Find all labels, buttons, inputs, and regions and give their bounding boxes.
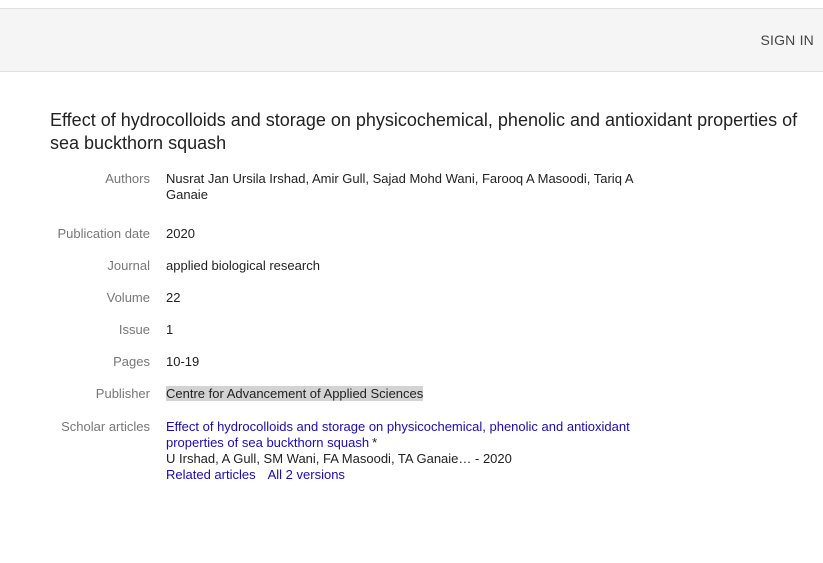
field-label-publisher: Publisher xyxy=(95,386,150,401)
field-value-publication-date: 2020 xyxy=(166,226,195,241)
publisher-highlight: Centre for Advancement of Applied Scienc… xyxy=(166,386,424,401)
field-label-pages: Pages xyxy=(113,354,150,369)
scholar-article-meta: U Irshad, A Gull, SM Wani, FA Masoodi, T… xyxy=(166,451,512,466)
sign-in-button[interactable]: SIGN IN xyxy=(760,32,814,48)
field-value-journal: applied biological research xyxy=(166,258,320,273)
field-label-authors: Authors xyxy=(105,171,150,186)
all-versions-link[interactable]: All 2 versions xyxy=(268,467,345,482)
field-label-volume: Volume xyxy=(106,290,150,305)
field-value-publisher: Centre for Advancement of Applied Scienc… xyxy=(166,386,646,402)
scholar-article-title-link[interactable]: Effect of hydrocolloids and storage on p… xyxy=(166,419,630,450)
field-label-issue: Issue xyxy=(118,322,150,337)
field-publisher: Publisher Centre for Advancement of Appl… xyxy=(0,386,823,419)
article-title: Effect of hydrocolloids and storage on p… xyxy=(50,110,798,153)
field-label-publication-date: Publication date xyxy=(57,226,150,241)
related-articles-link[interactable]: Related articles xyxy=(166,467,256,482)
field-publication-date: Publication date 2020 xyxy=(0,226,823,258)
field-issue: Issue 1 xyxy=(0,322,823,354)
field-authors: Authors Nusrat Jan Ursila Irshad, Amir G… xyxy=(0,171,823,226)
field-label-scholar-articles: Scholar articles xyxy=(61,419,150,434)
field-value-pages: 10-19 xyxy=(166,354,200,369)
field-value-authors: Nusrat Jan Ursila Irshad, Amir Gull, Saj… xyxy=(166,171,633,202)
field-volume: Volume 22 xyxy=(0,290,823,322)
top-strip xyxy=(0,0,823,8)
field-value-scholar-articles: Effect of hydrocolloids and storage on p… xyxy=(166,419,646,483)
field-journal: Journal applied biological research xyxy=(0,258,823,290)
header-bar: SIGN IN xyxy=(0,8,823,72)
field-pages: Pages 10-19 xyxy=(0,354,823,386)
scholar-article-title-line: Effect of hydrocolloids and storage on p… xyxy=(166,419,646,451)
scholar-article-links: Related articles All 2 versions xyxy=(166,467,646,483)
citation-fields: Authors Nusrat Jan Ursila Irshad, Amir G… xyxy=(0,171,823,482)
field-label-journal: Journal xyxy=(107,258,150,273)
field-value-issue: 1 xyxy=(166,322,174,337)
star-icon[interactable]: * xyxy=(372,435,377,450)
field-value-volume: 22 xyxy=(166,290,181,305)
